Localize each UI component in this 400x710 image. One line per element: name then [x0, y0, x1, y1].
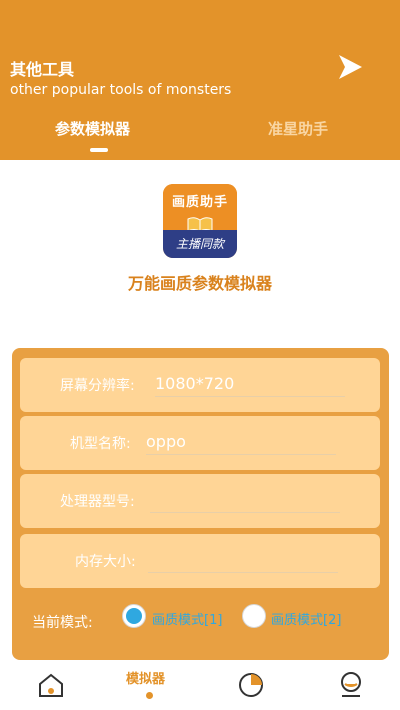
play-icon[interactable] — [336, 52, 366, 82]
tab-simulator[interactable]: 参数模拟器 — [55, 118, 130, 139]
processor-label: 处理器型号: — [60, 494, 135, 510]
bottom-nav: 模拟器 — [0, 662, 400, 710]
pie-chart-icon[interactable] — [236, 670, 266, 700]
mode-1-label[interactable]: 画质模式[1] — [152, 609, 222, 628]
processor-row: 处理器型号: — [20, 474, 380, 528]
home-icon[interactable] — [36, 670, 66, 700]
mode-1-radio[interactable] — [122, 604, 146, 628]
app-icon-bottom: 主播同款 — [163, 230, 237, 258]
mode-2-label[interactable]: 画质模式[2] — [271, 609, 341, 628]
model-row: 机型名称: — [20, 416, 380, 470]
profile-icon[interactable] — [336, 670, 366, 700]
tab-indicator — [90, 148, 108, 152]
header-title: 其他工具 — [10, 60, 75, 79]
app-icon: 画质助手 主播同款 — [163, 184, 237, 258]
model-label: 机型名称: — [70, 436, 131, 452]
app-icon-top-text: 画质助手 — [171, 195, 228, 210]
app-icon-bottom-text: 主播同款 — [175, 237, 224, 251]
simulator-form: 屏幕分辨率: 机型名称: 处理器型号: 内存大小: 当前模式: 画质模式[1] … — [12, 348, 389, 660]
header-bar: 其他工具 other popular tools of monsters 参数模… — [0, 0, 400, 160]
processor-input[interactable] — [150, 486, 340, 513]
resolution-row: 屏幕分辨率: — [20, 358, 380, 412]
memory-row: 内存大小: — [20, 534, 380, 588]
model-input[interactable] — [146, 428, 336, 455]
app-name: 万能画质参数模拟器 — [127, 274, 272, 293]
header-subtitle: other popular tools of monsters — [10, 82, 232, 98]
mode-label: 当前模式: — [32, 615, 93, 631]
resolution-label: 屏幕分辨率: — [60, 378, 135, 394]
resolution-input[interactable] — [155, 370, 345, 397]
memory-input[interactable] — [148, 546, 338, 573]
tab-crosshair[interactable]: 准星助手 — [268, 118, 328, 139]
mode-2-radio[interactable] — [242, 604, 266, 628]
memory-label: 内存大小: — [75, 554, 136, 570]
nav-simulator-label[interactable]: 模拟器 — [126, 668, 165, 687]
nav-active-dot — [146, 692, 153, 699]
